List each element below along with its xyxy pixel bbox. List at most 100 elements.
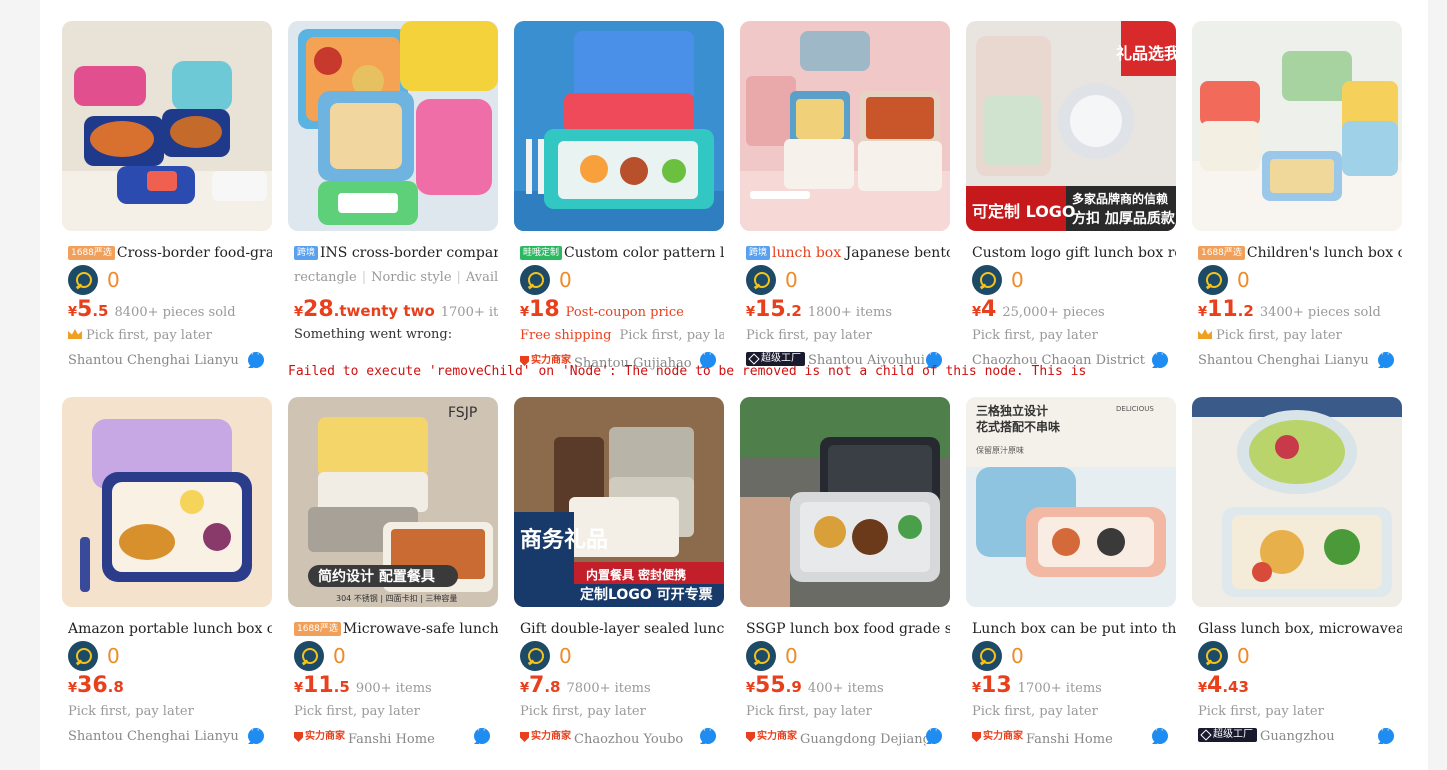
- seller-name[interactable]: 实力商家 Chaozhou Youbo: [520, 728, 700, 746]
- product-card[interactable]: SSGP lunch box food grade stainless 0 ¥55.…: [740, 397, 950, 757]
- product-image[interactable]: [62, 21, 272, 231]
- chat-icon[interactable]: [248, 726, 264, 744]
- seller-name[interactable]: Shantou Chenghai Lianyu: [68, 352, 248, 370]
- purchase-terms: Free shipping Pick first, pay later: [520, 327, 724, 345]
- pay-later-label: Pick first, pay later: [972, 328, 1098, 343]
- search-badge-icon: [746, 265, 776, 295]
- crown-icon: [1198, 329, 1212, 339]
- title-tag: 跨境: [746, 246, 771, 260]
- product-card[interactable]: 畦哦定制Custom color pattern lunch 0 ¥18 Post-c…: [514, 21, 724, 381]
- product-image[interactable]: 礼品选我 可定制 LOGO 多家品牌商的信赖 方扣 加厚品质款: [966, 21, 1176, 231]
- product-image[interactable]: FSJP 简约设计 配置餐具 304 不锈钢 | 四面卡扣 | 三种容量: [288, 397, 498, 607]
- product-image[interactable]: [288, 21, 498, 231]
- chat-icon[interactable]: [926, 726, 942, 744]
- rating-value: 0: [107, 644, 120, 668]
- product-title[interactable]: Amazon portable lunch box children: [68, 619, 272, 639]
- title-text: Custom logo gift lunch box round: [972, 245, 1176, 261]
- chat-icon[interactable]: [474, 726, 490, 744]
- product-image[interactable]: [1192, 21, 1402, 231]
- product-image[interactable]: 三格独立设计 花式搭配不串味 保留原汁原味 DELICIOUS: [966, 397, 1176, 607]
- product-title[interactable]: 1688严选Children's lunch box cartoon: [1198, 243, 1402, 263]
- product-title[interactable]: 跨境INS cross-border compartment: [294, 243, 498, 263]
- image-text: 定制LOGO 可开专票: [580, 586, 713, 603]
- product-card[interactable]: Glass lunch box, microwaveable 0 ¥4.43 Pick…: [1192, 397, 1402, 757]
- price-row: ¥13 1700+ items: [972, 673, 1176, 697]
- chat-icon[interactable]: [1152, 726, 1168, 744]
- rating-value: 0: [785, 644, 798, 668]
- product-title[interactable]: 1688严选Cross-border food-grade: [68, 243, 272, 263]
- product-card[interactable]: 1688严选Children's lunch box cartoon 0 ¥11.2…: [1192, 21, 1402, 381]
- product-title[interactable]: 畦哦定制Custom color pattern lunch: [520, 243, 724, 263]
- product-title[interactable]: 跨境 lunch box Japanese bento: [746, 243, 950, 263]
- product-title[interactable]: Gift double-layer sealed lunch box: [520, 619, 724, 639]
- title-text: Gift double-layer sealed lunch box: [520, 621, 724, 637]
- chat-icon[interactable]: [248, 350, 264, 368]
- purchase-terms: Pick first, pay later: [746, 327, 950, 345]
- product-title[interactable]: Custom logo gift lunch box round: [972, 243, 1176, 263]
- seller-name[interactable]: 超级工厂 Guangzhou: [1198, 728, 1378, 746]
- shield-icon: [746, 732, 755, 742]
- product-image[interactable]: [514, 21, 724, 231]
- rating: 0: [1198, 265, 1250, 295]
- seller-label: Shantou Chenghai Lianyu: [1198, 353, 1369, 368]
- seller-label: Chaozhou Youbo: [574, 732, 684, 746]
- sales-count: 1800+ items: [807, 305, 892, 320]
- title-text: Glass lunch box, microwaveable: [1198, 621, 1402, 637]
- rating: 0: [520, 265, 572, 295]
- product-card[interactable]: FSJP 简约设计 配置餐具 304 不锈钢 | 四面卡扣 | 三种容量 1688严选…: [288, 397, 498, 757]
- shield-icon: [972, 732, 981, 742]
- product-card[interactable]: 三格独立设计 花式搭配不串味 保留原汁原味 DELICIOUS Lunch box ca…: [966, 397, 1176, 757]
- seller-name[interactable]: 实力商家 Fanshi Home: [294, 728, 474, 746]
- seller-name[interactable]: 实力商家 Fanshi Home: [972, 728, 1152, 746]
- chat-icon[interactable]: [700, 726, 716, 744]
- product-card[interactable]: 商务礼品 内置餐具 密封便携 定制LOGO 可开专票 Gift double-laye…: [514, 397, 724, 757]
- pay-later-label: Pick first, pay later: [520, 704, 646, 719]
- rating-value: 0: [1011, 644, 1024, 668]
- price: ¥13: [972, 673, 1012, 697]
- seller-label: Shantou Chenghai Lianyu: [68, 729, 239, 744]
- product-title[interactable]: SSGP lunch box food grade stainless: [746, 619, 950, 639]
- product-image[interactable]: [740, 397, 950, 607]
- seller-name[interactable]: Shantou Chenghai Lianyu: [68, 728, 248, 746]
- product-title[interactable]: Glass lunch box, microwaveable: [1198, 619, 1402, 639]
- title-tag: 畦哦定制: [520, 246, 563, 260]
- product-image[interactable]: [1192, 397, 1402, 607]
- title-tag: 1688严选: [68, 246, 115, 260]
- title-text: INS cross-border compartment: [320, 245, 498, 261]
- sales-count: 900+ items: [355, 681, 432, 696]
- rating: 0: [1198, 641, 1250, 671]
- title-highlight: lunch box: [772, 245, 842, 261]
- chat-icon[interactable]: [1152, 350, 1168, 368]
- seller-name[interactable]: Shantou Chenghai Lianyu: [1198, 352, 1378, 370]
- pay-later-label: Pick first, pay later: [86, 328, 212, 343]
- super-factory-badge: 超级工厂: [1198, 728, 1257, 742]
- sales-count: 25,000+ pieces: [1002, 305, 1105, 320]
- chat-icon[interactable]: [1378, 726, 1394, 744]
- product-title[interactable]: 1688严选Microwave-safe lunch box: [294, 619, 498, 639]
- product-card[interactable]: 1688严选Cross-border food-grade 0 ¥5.5 8400+ …: [62, 21, 272, 381]
- product-card[interactable]: 跨境 lunch box Japanese bento 0 ¥15.2 1800+ it…: [740, 21, 950, 381]
- pay-later-label: Pick first, pay later: [294, 704, 420, 719]
- sales-count: 1700+ items: [1017, 681, 1102, 696]
- pay-later-label: Pick first, pay later: [68, 704, 194, 719]
- product-image[interactable]: 商务礼品 内置餐具 密封便携 定制LOGO 可开专票: [514, 397, 724, 607]
- product-card[interactable]: Amazon portable lunch box children 0 ¥36.8…: [62, 397, 272, 757]
- rating-value: 0: [1011, 268, 1024, 292]
- sales-count: 3400+ pieces sold: [1259, 305, 1381, 320]
- price-row: ¥7.8 7800+ items: [520, 673, 724, 697]
- product-card[interactable]: 礼品选我 可定制 LOGO 多家品牌商的信赖 方扣 加厚品质款 Custom logo …: [966, 21, 1176, 381]
- product-image[interactable]: [740, 21, 950, 231]
- product-card[interactable]: 跨境INS cross-border compartmentrectangle|…: [288, 21, 1086, 381]
- seller-label: Guangzhou: [1260, 729, 1335, 744]
- purchase-terms: Pick first, pay later: [294, 703, 498, 721]
- error-detail: Failed to execute 'removeChild' on 'Node…: [288, 364, 1087, 379]
- price-row: ¥11.2 3400+ pieces sold: [1198, 297, 1402, 321]
- rating-value: 0: [1237, 268, 1250, 292]
- seller-name[interactable]: 实力商家 Guangdong Dejiang: [746, 728, 926, 746]
- product-image[interactable]: [62, 397, 272, 607]
- chat-icon[interactable]: [1378, 350, 1394, 368]
- title-text: Children's lunch box cartoon: [1246, 245, 1402, 261]
- rating-value: 0: [785, 268, 798, 292]
- seller-label: Fanshi Home: [1026, 732, 1113, 746]
- product-title[interactable]: Lunch box can be put into the microwave: [972, 619, 1176, 639]
